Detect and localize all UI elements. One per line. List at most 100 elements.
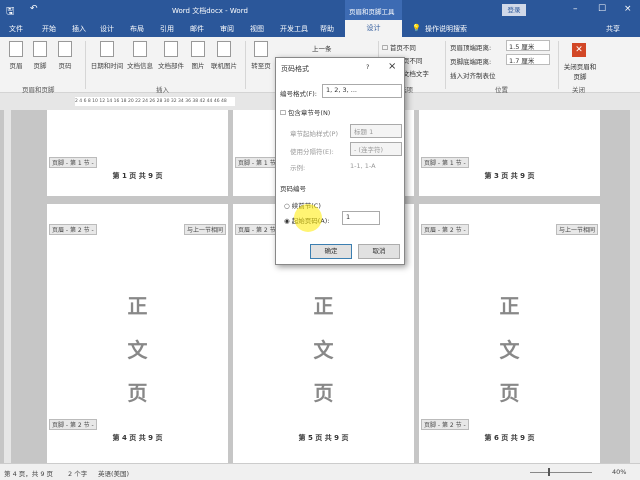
zoom-level[interactable]: 40% (612, 468, 626, 476)
quick-parts-label: 文档部件 (158, 62, 184, 70)
chapter-style-label: 章节起始样式(P) (290, 130, 338, 138)
tab-home[interactable]: 开始 (42, 24, 56, 34)
page-count[interactable]: 第 4 页，共 9 页 (4, 468, 53, 478)
zoom-slider-thumb[interactable] (548, 468, 550, 476)
first-page-diff-label: 首页不同 (389, 44, 416, 52)
previous-button[interactable]: 上一条 (312, 43, 332, 53)
divider (558, 41, 559, 89)
divider (85, 41, 86, 89)
header-label: 页眉 - 第 2 节 - (421, 224, 469, 235)
word-count[interactable]: 2 个字 (68, 468, 87, 478)
header-distance-label: 页眉顶端距离: (450, 44, 492, 52)
page-1: 页脚 - 第 1 节 - 第 1 页 共 9 页 (47, 110, 228, 196)
header-label: 页眉 - 第 2 节 - (49, 224, 97, 235)
dialog-close-button[interactable]: × (388, 61, 396, 72)
goto-label: 转至页 (251, 62, 271, 70)
footer-icon (33, 41, 47, 57)
tab-references[interactable]: 引用 (160, 24, 174, 34)
help-button[interactable]: ? (366, 63, 369, 71)
dialog-title: 页码格式 (281, 65, 309, 73)
undo-icon[interactable]: ↶ (30, 4, 38, 14)
tab-review[interactable]: 审阅 (220, 24, 234, 34)
doc-info-button[interactable]: 文档信息 (126, 41, 154, 70)
tab-design[interactable]: 设计 (100, 24, 114, 34)
first-page-diff-checkbox[interactable]: ☐ 首页不同 (382, 42, 416, 52)
header-button[interactable]: 页眉 (6, 41, 26, 70)
ruler-scale: 2 4 6 8 10 12 14 16 18 20 22 24 26 28 30… (75, 97, 235, 106)
tell-me-search[interactable]: 操作说明搜索 (425, 24, 467, 34)
share-button[interactable]: 共享 (606, 24, 620, 34)
status-bar: 第 4 页，共 9 页 2 个字 英语(美国) 40% (0, 463, 640, 480)
page-number-icon (58, 41, 72, 57)
ok-button[interactable]: 确定 (310, 244, 352, 259)
body-text: 正 (499, 294, 520, 318)
same-as-previous-label: 与上一节相同 (183, 224, 226, 235)
ribbon-tabs: 文件 开始 插入 设计 布局 引用 邮件 审阅 视图 开发工具 帮助 设计 💡 … (0, 20, 640, 37)
window-title: Word 文档docx - Word (172, 7, 248, 15)
tab-view[interactable]: 视图 (250, 24, 264, 34)
zoom-slider[interactable] (530, 472, 592, 473)
minimize-icon[interactable]: – (573, 4, 578, 14)
picture-label: 图片 (191, 62, 205, 70)
tab-help[interactable]: 帮助 (320, 24, 334, 34)
insert-align-tab-button[interactable]: 插入对齐制表位 (450, 70, 496, 80)
save-icon[interactable]: 🖫 (6, 4, 15, 21)
page-footer: 第 6 页 共 9 页 (484, 434, 535, 442)
header-distance-input[interactable]: 1.5 厘米 (506, 40, 550, 51)
footer-button[interactable]: 页脚 (30, 41, 50, 70)
online-picture-icon (217, 41, 231, 57)
page-6: 页眉 - 第 2 节 - 与上一节相同 正 文 页 页脚 - 第 2 节 - 第… (419, 204, 600, 463)
example-label: 示例: (290, 164, 306, 172)
start-at-input[interactable]: 1 (342, 211, 380, 225)
vertical-scrollbar[interactable] (630, 110, 640, 463)
close-header-footer-icon[interactable]: ✕ (572, 43, 586, 57)
picture-button[interactable]: 图片 (188, 41, 208, 70)
footer-label: 页脚 - 第 2 节 - (421, 419, 469, 430)
picture-icon (191, 41, 205, 57)
separator-label: 使用分隔符(E): (290, 148, 334, 156)
online-picture-button[interactable]: 联机图片 (208, 41, 240, 70)
same-as-previous-label: 与上一节相同 (555, 224, 598, 235)
doc-info-icon (133, 41, 147, 57)
goto-icon (254, 41, 268, 57)
separator-select[interactable]: - (连字符) (350, 142, 402, 156)
body-text: 页 (313, 381, 334, 405)
page-number-button[interactable]: 页码 (55, 41, 75, 70)
tab-developer[interactable]: 开发工具 (280, 24, 308, 34)
tab-mailings[interactable]: 邮件 (190, 24, 204, 34)
close-header-footer-button[interactable]: 关闭页眉和页脚 (563, 61, 597, 81)
language[interactable]: 英语(美国) (98, 468, 129, 478)
tab-file[interactable]: 文件 (9, 24, 23, 34)
number-format-select[interactable]: 1, 2, 3, ... (322, 84, 402, 98)
tab-layout[interactable]: 布局 (130, 24, 144, 34)
close-icon[interactable]: × (624, 4, 632, 14)
lightbulb-icon: 💡 (412, 24, 421, 32)
doc-info-label: 文档信息 (127, 62, 153, 70)
body-text: 文 (127, 338, 148, 362)
numbering-group-label: 页码编号 (280, 185, 306, 193)
date-time-label: 日期和时间 (90, 62, 124, 70)
body-text: 正 (313, 294, 334, 318)
header-icon (9, 41, 23, 57)
login-button[interactable]: 登录 (502, 4, 526, 16)
body-text: 页 (127, 381, 148, 405)
include-chapter-checkbox[interactable]: ☐ 包含章节号(N) (280, 107, 330, 117)
tab-insert[interactable]: 插入 (72, 24, 86, 34)
online-picture-label: 联机图片 (211, 62, 237, 70)
footer-label: 页脚 - 第 1 节 - (421, 157, 469, 168)
cancel-button[interactable]: 取消 (358, 244, 400, 259)
footer-label: 页脚 - 第 1 节 - (49, 157, 97, 168)
footer-distance-input[interactable]: 1.7 厘米 (506, 54, 550, 65)
date-time-button[interactable]: 日期和时间 (88, 41, 126, 70)
page-number-label: 页码 (58, 62, 72, 70)
page-3: 页脚 - 第 1 节 - 第 3 页 共 9 页 (419, 110, 600, 196)
page-number-format-dialog: 页码格式 ? × 编号格式(F): 1, 2, 3, ... ☐ 包含章节号(N… (275, 57, 405, 265)
goto-button[interactable]: 转至页 (248, 41, 274, 70)
quick-parts-button[interactable]: 文档部件 (156, 41, 186, 70)
divider (245, 41, 246, 89)
maximize-icon[interactable]: ☐ (598, 4, 606, 14)
tab-hf-design[interactable]: 设计 (345, 20, 402, 37)
quick-parts-icon (164, 41, 178, 57)
title-bar: 🖫 ↶ Word 文档docx - Word 页眉和页脚工具 登录 – ☐ × (0, 0, 640, 20)
chapter-style-select[interactable]: 标题 1 (350, 124, 402, 138)
